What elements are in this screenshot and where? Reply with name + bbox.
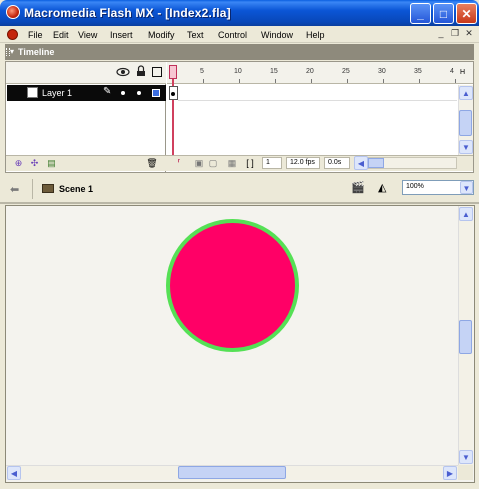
layer-header bbox=[6, 62, 166, 84]
document-icon[interactable] bbox=[7, 29, 18, 40]
scroll-corner bbox=[458, 465, 473, 480]
ruler-tick-label: 10 bbox=[234, 68, 242, 75]
center-frame-icon[interactable]: ⸢ bbox=[174, 157, 184, 169]
ruler-tick-label: 5 bbox=[200, 68, 204, 75]
menu-text[interactable]: Text bbox=[187, 30, 204, 40]
menu-window[interactable]: Window bbox=[261, 30, 293, 40]
separator bbox=[32, 179, 33, 199]
frame-view-menu-button[interactable]: H bbox=[457, 62, 473, 84]
onion-skin-icon[interactable]: ▣ bbox=[193, 157, 205, 169]
ruler-tick-label: 30 bbox=[378, 68, 386, 75]
ruler-tick-label: 4 bbox=[450, 68, 454, 75]
doc-close-button[interactable]: ✕ bbox=[463, 28, 475, 40]
menu-help[interactable]: Help bbox=[306, 30, 325, 40]
back-arrow-icon[interactable]: ⬅ bbox=[10, 183, 19, 196]
minimize-button[interactable]: _ bbox=[410, 3, 431, 24]
keyframe-dot bbox=[171, 92, 175, 96]
layer-icon bbox=[27, 87, 38, 98]
current-frame-field: 1 bbox=[262, 157, 282, 169]
ruler-tick-label: 25 bbox=[342, 68, 350, 75]
clapper-icon bbox=[42, 184, 54, 193]
timeline-title[interactable]: Timeline bbox=[18, 47, 54, 57]
scroll-right-icon[interactable]: ▶ bbox=[443, 466, 457, 480]
scene-name[interactable]: Scene 1 bbox=[59, 184, 93, 194]
layer-outline-color[interactable] bbox=[152, 89, 160, 97]
scroll-thumb[interactable] bbox=[178, 466, 286, 479]
chevron-down-icon[interactable]: ▼ bbox=[460, 181, 473, 194]
circle-shape[interactable] bbox=[166, 219, 299, 352]
timeline-header[interactable] bbox=[5, 44, 474, 60]
scroll-up-icon[interactable]: ▲ bbox=[459, 86, 473, 100]
add-motion-guide-icon[interactable]: ✣ bbox=[28, 157, 41, 169]
menu-modify[interactable]: Modify bbox=[148, 30, 175, 40]
scroll-down-icon[interactable]: ▼ bbox=[459, 140, 473, 154]
scroll-left-icon[interactable]: ◀ bbox=[354, 156, 368, 170]
frame-ruler[interactable]: 5 10 15 20 25 30 35 4 bbox=[167, 62, 457, 84]
layer-name[interactable]: Layer 1 bbox=[42, 88, 72, 98]
menu-edit[interactable]: Edit bbox=[53, 30, 69, 40]
window-title: Macromedia Flash MX - [Index2.fla] bbox=[24, 6, 231, 20]
eye-icon[interactable] bbox=[116, 67, 130, 77]
ruler-tick-label: 35 bbox=[414, 68, 422, 75]
collapse-arrow-icon[interactable]: ▾ bbox=[10, 47, 14, 56]
scroll-up-icon[interactable]: ▲ bbox=[459, 207, 473, 221]
maximize-button[interactable]: □ bbox=[433, 3, 454, 24]
trash-icon[interactable]: 🗑 bbox=[146, 157, 158, 169]
lock-dot[interactable] bbox=[137, 91, 141, 95]
doc-minimize-button[interactable]: _ bbox=[435, 28, 447, 40]
modify-onion-markers-icon[interactable]: [ ] bbox=[244, 157, 256, 169]
edit-multiple-frames-icon[interactable]: ▦ bbox=[226, 157, 238, 169]
insert-folder-icon[interactable]: ▤ bbox=[45, 157, 58, 169]
doc-restore-button[interactable]: ❐ bbox=[449, 28, 461, 40]
insert-layer-icon[interactable]: ⊕ bbox=[12, 157, 25, 169]
onion-skin-outlines-icon[interactable]: ▢ bbox=[207, 157, 219, 169]
close-button[interactable]: ✕ bbox=[456, 3, 477, 24]
outline-icon[interactable] bbox=[152, 67, 162, 77]
menu-view[interactable]: View bbox=[78, 30, 97, 40]
lock-icon[interactable] bbox=[136, 65, 146, 77]
menu-file[interactable]: File bbox=[28, 30, 43, 40]
ruler-tick-label: 15 bbox=[270, 68, 278, 75]
ruler-tick-label: 20 bbox=[306, 68, 314, 75]
scroll-left-icon[interactable]: ◀ bbox=[7, 466, 21, 480]
pencil-icon: ✎ bbox=[103, 86, 112, 97]
visibility-dot[interactable] bbox=[121, 91, 125, 95]
scroll-thumb[interactable] bbox=[368, 158, 384, 168]
edit-symbols-icon[interactable]: ◭ bbox=[378, 181, 386, 194]
scroll-down-icon[interactable]: ▼ bbox=[459, 450, 473, 464]
playhead[interactable] bbox=[169, 65, 177, 79]
frame-rate-field: 12.0 fps bbox=[286, 157, 320, 169]
menu-control[interactable]: Control bbox=[218, 30, 247, 40]
flash-icon[interactable] bbox=[6, 5, 20, 19]
scroll-thumb[interactable] bbox=[459, 110, 472, 136]
frame-grid[interactable] bbox=[178, 85, 457, 101]
elapsed-time-field: 0.0s bbox=[324, 157, 350, 169]
scroll-thumb[interactable] bbox=[459, 320, 472, 354]
menu-insert[interactable]: Insert bbox=[110, 30, 133, 40]
edit-scene-icon[interactable]: 🎬 bbox=[351, 181, 365, 194]
